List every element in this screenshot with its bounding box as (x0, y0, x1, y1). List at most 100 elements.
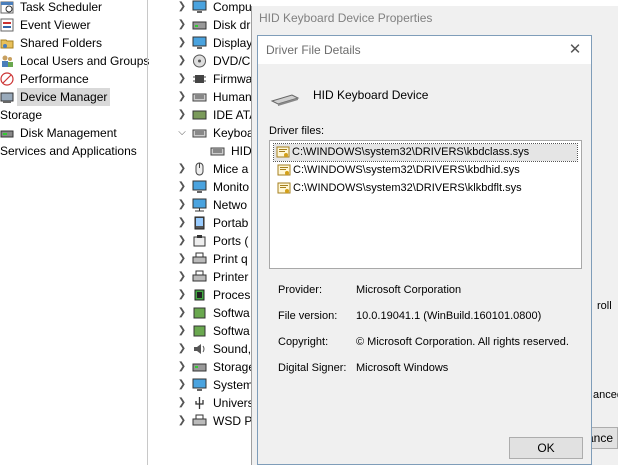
dialog-title: Driver File Details (266, 43, 361, 57)
tree-node-label: Printer (213, 270, 249, 284)
ok-button-label: OK (537, 441, 555, 455)
print-queue-icon (192, 252, 207, 264)
computer-icon (192, 0, 207, 13)
tree-node-label: Proces (213, 288, 251, 302)
tree-node-label: HID (231, 144, 252, 158)
chevron-down-icon[interactable]: ⌵ (176, 124, 188, 142)
chevron-right-icon[interactable]: ❯ (176, 88, 188, 106)
chevron-right-icon[interactable]: ❯ (176, 286, 188, 304)
tree-node-label: Univers (213, 396, 254, 410)
nav-item-label: Local Users and Groups (20, 54, 150, 68)
ide-icon (192, 110, 207, 120)
driver-file-item[interactable]: C:\WINDOWS\system32\DRIVERS\kbdclass.sys (273, 143, 578, 162)
tree-node-label: Disk dr (213, 18, 251, 32)
keyboard-icon (192, 129, 207, 138)
system-icon (192, 378, 207, 391)
chevron-right-icon[interactable]: ❯ (176, 322, 188, 340)
chevron-right-icon[interactable]: ❯ (176, 268, 188, 286)
disk-drive-icon (192, 21, 207, 30)
shared-folders-icon (0, 39, 14, 49)
dialog-titlebar[interactable]: Driver File Details ✕ (258, 36, 591, 64)
certificate-file-icon (277, 164, 291, 176)
copyright-value: © Microsoft Corporation. All rights rese… (356, 336, 569, 348)
provider-value: Microsoft Corporation (356, 284, 462, 296)
chevron-right-icon[interactable]: ❯ (176, 34, 188, 52)
chevron-right-icon[interactable]: ❯ (176, 196, 188, 214)
users-groups-icon (2, 55, 13, 67)
chevron-right-icon[interactable]: ❯ (176, 52, 188, 70)
nav-item-label: Shared Folders (20, 36, 103, 50)
navigation-tree: Task Scheduler Event Viewer Shared Folde… (0, 0, 150, 465)
nav-item-label: Performance (20, 72, 89, 86)
tree-node-label: Storage (213, 360, 256, 374)
chevron-right-icon[interactable]: ❯ (176, 214, 188, 232)
properties-window-title: HID Keyboard Device Properties (259, 11, 433, 25)
usb-icon (195, 397, 204, 409)
software-icon (193, 307, 206, 319)
firmware-icon (193, 75, 206, 83)
tree-node-label: Firmwa (213, 72, 253, 86)
properties-partial-text: roll (597, 300, 612, 312)
tree-node-label: Softwa (213, 306, 250, 320)
chevron-right-icon[interactable]: ❯ (176, 106, 188, 124)
chevron-right-icon[interactable]: ❯ (176, 178, 188, 196)
chevron-right-icon[interactable]: ❯ (176, 394, 188, 412)
network-icon (192, 198, 207, 212)
properties-partial-text: anced (593, 389, 618, 401)
portable-icon (194, 216, 205, 230)
event-viewer-icon (0, 18, 14, 32)
tree-node-label: Human (213, 90, 252, 104)
display-icon (192, 36, 207, 49)
tree-node-label: Print q (213, 252, 248, 266)
task-scheduler-icon (0, 1, 14, 14)
certificate-file-icon (276, 146, 290, 158)
ok-button[interactable]: OK (509, 437, 583, 459)
tree-node-label: DVD/C (213, 54, 251, 68)
file-version-value: 10.0.19041.1 (WinBuild.160101.0800) (356, 310, 542, 322)
driver-files-label: Driver files: (269, 125, 325, 137)
tree-node-label: Sound, (213, 342, 252, 356)
nav-item-label: Event Viewer (20, 18, 91, 32)
chevron-right-icon[interactable]: ❯ (176, 304, 188, 322)
mouse-icon (195, 162, 204, 176)
chevron-right-icon[interactable]: ❯ (176, 232, 188, 250)
close-icon[interactable]: ✕ (565, 40, 585, 60)
tree-node-label: Portab (213, 216, 249, 230)
tree-node-label: Netwo (213, 198, 248, 212)
chevron-right-icon[interactable]: ❯ (176, 16, 188, 34)
tree-node-label: Monito (213, 180, 250, 194)
tree-node-label: Display (213, 36, 253, 50)
chevron-right-icon[interactable]: ❯ (176, 70, 188, 88)
driver-file-details-dialog: Driver File Details ✕ HID Keyboard Devic… (257, 35, 592, 465)
copyright-label: Copyright: (278, 336, 329, 348)
keyboard-device-icon (210, 147, 225, 156)
nav-item-label: Services and Applications (0, 144, 137, 158)
chevron-right-icon[interactable]: ❯ (176, 412, 188, 430)
digital-signer-label: Digital Signer: (278, 362, 347, 374)
dvd-icon (193, 54, 206, 68)
chevron-right-icon[interactable]: ❯ (176, 340, 188, 358)
chevron-right-icon[interactable]: ❯ (176, 358, 188, 376)
nav-item-label: Device Manager (17, 88, 111, 106)
device-manager-icon (0, 92, 14, 103)
monitor-icon (192, 180, 207, 193)
device-name: HID Keyboard Device (313, 88, 429, 102)
chevron-right-icon[interactable]: ❯ (176, 376, 188, 394)
keyboard-device-icon (270, 94, 300, 106)
pane-divider[interactable] (147, 0, 148, 465)
driver-files-list[interactable]: C:\WINDOWS\system32\DRIVERS\kbdclass.sys… (269, 140, 582, 269)
chevron-right-icon[interactable]: ❯ (176, 250, 188, 268)
tree-node-label: Keyboa (213, 126, 254, 140)
provider-label: Provider: (278, 284, 323, 296)
tree-node-label: Mice a (213, 162, 249, 176)
chevron-right-icon[interactable]: ❯ (176, 160, 188, 178)
tree-node-label: System (213, 378, 254, 392)
chevron-right-icon[interactable]: ❯ (176, 0, 188, 16)
nav-item-label: Disk Management (20, 126, 117, 140)
tree-node-label: Softwa (213, 324, 250, 338)
tree-node-label: WSD P (213, 414, 253, 428)
performance-icon (0, 72, 14, 86)
disk-management-icon (0, 130, 14, 138)
tree-node-label: Ports ( (213, 234, 249, 248)
software-device-icon (193, 325, 206, 337)
